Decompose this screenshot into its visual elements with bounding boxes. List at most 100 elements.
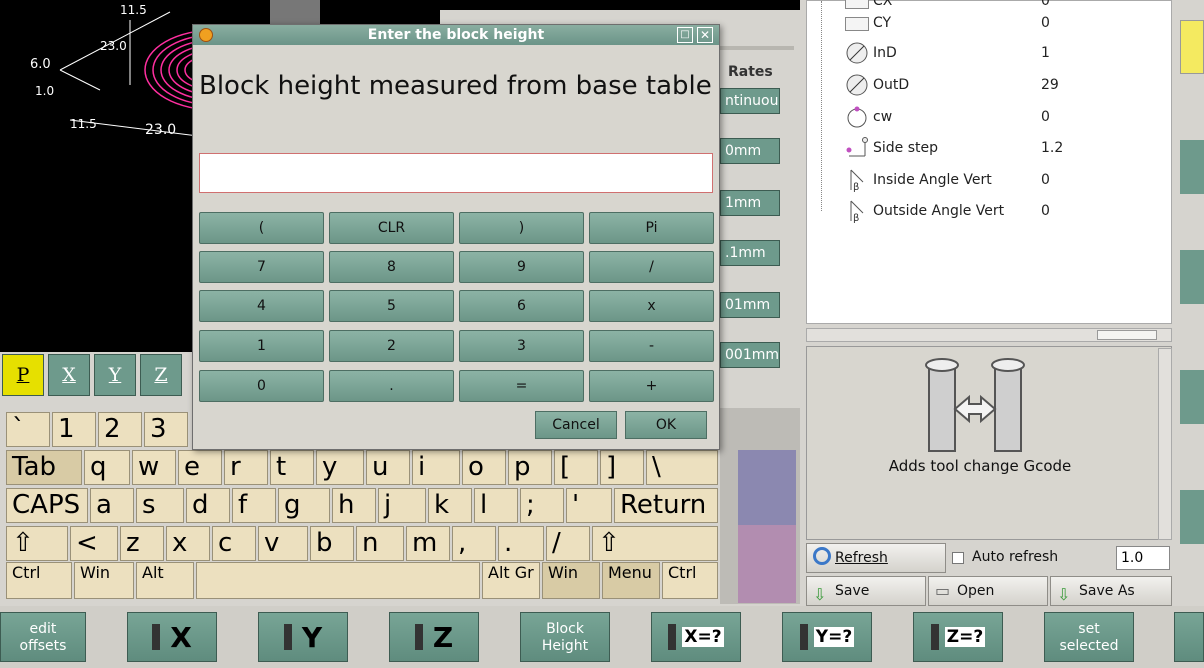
key[interactable]: q <box>84 450 130 485</box>
key[interactable]: g <box>278 488 330 523</box>
key[interactable]: v <box>258 526 308 561</box>
toolbar-edge-button[interactable] <box>1174 612 1204 662</box>
key[interactable]: x <box>166 526 210 561</box>
probe-z-button[interactable]: Z=? <box>913 612 1003 662</box>
save-button[interactable]: ⇩ Save <box>806 576 926 606</box>
key[interactable]: o <box>462 450 506 485</box>
rate-0001mm-button[interactable]: 001mm <box>720 342 780 368</box>
key[interactable]: y <box>316 450 364 485</box>
param-value[interactable]: 0 <box>1041 203 1050 219</box>
view-y-button[interactable]: Y <box>94 354 136 396</box>
key[interactable]: f <box>232 488 276 523</box>
key[interactable]: t <box>270 450 314 485</box>
param-row[interactable]: β Outside Angle Vert 0 <box>807 197 1167 227</box>
key[interactable]: j <box>378 488 426 523</box>
edge-button[interactable] <box>1180 140 1204 194</box>
block-height-button[interactable]: Block Height <box>520 612 610 662</box>
key[interactable]: ] <box>600 450 644 485</box>
key[interactable]: . <box>498 526 544 561</box>
key[interactable]: ; <box>520 488 564 523</box>
probe-x-button[interactable]: X=? <box>651 612 741 662</box>
close-icon[interactable]: ✕ <box>697 27 713 43</box>
calc-key-8[interactable]: 8 <box>329 251 454 283</box>
param-value[interactable]: 0 <box>1041 172 1050 188</box>
key[interactable]: < <box>70 526 118 561</box>
key-win[interactable]: Win <box>74 562 134 599</box>
param-row[interactable]: β Inside Angle Vert 0 <box>807 166 1167 196</box>
ok-button[interactable]: OK <box>625 411 707 439</box>
calc-key-3[interactable]: 3 <box>459 330 584 362</box>
touch-off-z-button[interactable]: Z <box>389 612 479 662</box>
key[interactable]: e <box>178 450 222 485</box>
key-ctrl[interactable]: Ctrl <box>662 562 718 599</box>
key[interactable]: c <box>212 526 256 561</box>
param-value[interactable]: 1.2 <box>1041 140 1063 156</box>
key[interactable]: [ <box>554 450 598 485</box>
maximize-icon[interactable]: □ <box>677 27 693 43</box>
key[interactable]: n <box>356 526 404 561</box>
key[interactable]: b <box>310 526 354 561</box>
calc-key-open-paren[interactable]: ( <box>199 212 324 244</box>
view-x-button[interactable]: X <box>48 354 90 396</box>
param-value[interactable]: 0 <box>1041 15 1050 31</box>
key-tab[interactable]: Tab <box>6 450 82 485</box>
rate-continuous-button[interactable]: ntinuous <box>720 88 780 114</box>
set-selected-button[interactable]: set selected <box>1044 612 1134 662</box>
key[interactable]: 1 <box>52 412 96 447</box>
edge-button[interactable] <box>1180 370 1204 424</box>
calc-key-4[interactable]: 4 <box>199 290 324 322</box>
param-row[interactable]: InD 1 <box>807 39 1167 69</box>
save-as-button[interactable]: ⇩ Save As <box>1050 576 1172 606</box>
calc-key-clear[interactable]: CLR <box>329 212 454 244</box>
view-z-button[interactable]: Z <box>140 354 182 396</box>
key[interactable]: w <box>132 450 176 485</box>
key[interactable]: 3 <box>144 412 188 447</box>
view-p-button[interactable]: P <box>2 354 44 396</box>
calc-key-7[interactable]: 7 <box>199 251 324 283</box>
open-button[interactable]: ▭ Open <box>928 576 1048 606</box>
key[interactable]: ' <box>566 488 612 523</box>
param-row[interactable]: cw 0 <box>807 103 1167 133</box>
block-height-input[interactable] <box>199 153 713 193</box>
touch-off-x-button[interactable]: X <box>127 612 217 662</box>
key[interactable]: h <box>332 488 376 523</box>
dialog-titlebar[interactable]: Enter the block height □ ✕ <box>193 25 719 45</box>
calc-key-equals[interactable]: = <box>459 370 584 402</box>
param-value[interactable]: 0 <box>1041 0 1050 9</box>
calc-key-9[interactable]: 9 <box>459 251 584 283</box>
edge-button[interactable] <box>1180 20 1204 74</box>
calc-key-6[interactable]: 6 <box>459 290 584 322</box>
key[interactable]: p <box>508 450 552 485</box>
rate-10mm-button[interactable]: 0mm <box>720 138 780 164</box>
cancel-button[interactable]: Cancel <box>535 411 617 439</box>
key[interactable]: k <box>428 488 472 523</box>
refresh-interval-spinbox[interactable]: 1.0 <box>1116 546 1170 570</box>
key-menu[interactable]: Menu <box>602 562 660 599</box>
key[interactable]: \ <box>646 450 718 485</box>
calc-key-plus[interactable]: + <box>589 370 714 402</box>
param-row[interactable]: OutD 29 <box>807 71 1167 101</box>
key-alt[interactable]: Alt <box>136 562 194 599</box>
key[interactable]: z <box>120 526 164 561</box>
key-win[interactable]: Win <box>542 562 600 599</box>
key-ctrl[interactable]: Ctrl <box>6 562 72 599</box>
key[interactable]: / <box>546 526 590 561</box>
param-value[interactable]: 29 <box>1041 77 1059 93</box>
key[interactable]: 2 <box>98 412 142 447</box>
refresh-button[interactable]: Refresh <box>806 543 946 573</box>
param-row[interactable]: Side step 1.2 <box>807 134 1167 164</box>
edge-button[interactable] <box>1180 250 1204 304</box>
key[interactable]: s <box>136 488 184 523</box>
touch-off-y-button[interactable]: Y <box>258 612 348 662</box>
scrollbar-thumb[interactable] <box>1097 330 1157 340</box>
calc-key-divide[interactable]: / <box>589 251 714 283</box>
calc-key-minus[interactable]: - <box>589 330 714 362</box>
edge-button[interactable] <box>1180 490 1204 544</box>
key[interactable]: r <box>224 450 268 485</box>
calc-key-0[interactable]: 0 <box>199 370 324 402</box>
calc-key-multiply[interactable]: x <box>589 290 714 322</box>
calc-key-decimal[interactable]: . <box>329 370 454 402</box>
key[interactable]: a <box>90 488 134 523</box>
rate-1mm-button[interactable]: 1mm <box>720 190 780 216</box>
calc-key-close-paren[interactable]: ) <box>459 212 584 244</box>
